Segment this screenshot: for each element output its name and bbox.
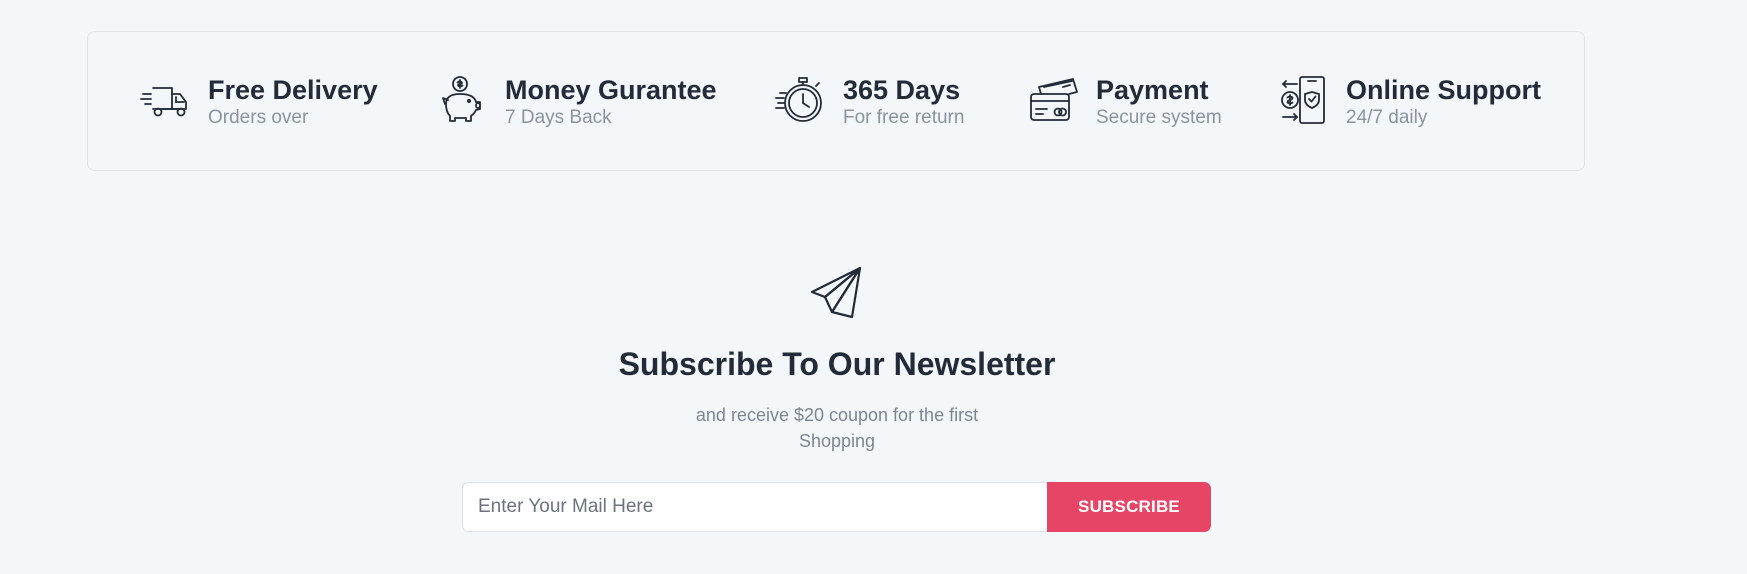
piggy-bank-icon: [435, 73, 489, 127]
feature-title: 365 Days: [843, 75, 961, 105]
feature-payment: Payment Secure system: [1026, 73, 1222, 130]
newsletter-title: Subscribe To Our Newsletter: [618, 346, 1056, 382]
feature-subtitle: Secure system: [1096, 107, 1222, 128]
subscribe-button[interactable]: SUBSCRIBE: [1047, 482, 1211, 532]
credit-card-icon: [1026, 73, 1080, 127]
paper-plane-icon: [810, 266, 862, 319]
features-bar: Free Delivery Orders over Money Gurantee…: [87, 31, 1585, 171]
newsletter-section: Subscribe To Our Newsletter and receive …: [0, 262, 1674, 454]
feature-subtitle: For free return: [843, 107, 965, 128]
feature-text: Money Gurantee 7 Days Back: [505, 73, 717, 130]
feature-money-guarantee: Money Gurantee 7 Days Back: [435, 73, 717, 130]
feature-subtitle: 24/7 daily: [1346, 107, 1428, 128]
feature-free-delivery: Free Delivery Orders over: [138, 73, 378, 130]
feature-text: Payment Secure system: [1096, 73, 1222, 130]
feature-title: Free Delivery: [208, 75, 378, 105]
feature-text: 365 Days For free return: [843, 73, 964, 130]
feature-subtitle: 7 Days Back: [505, 107, 612, 128]
email-input[interactable]: [462, 482, 1047, 532]
mobile-support-icon: [1276, 73, 1330, 127]
feature-title: Online Support: [1346, 75, 1541, 105]
newsletter-form: SUBSCRIBE: [462, 482, 1211, 532]
newsletter-description: and receive $20 coupon for the first Sho…: [695, 405, 979, 451]
feature-text: Online Support 24/7 daily: [1346, 73, 1541, 130]
feature-online-support: Online Support 24/7 daily: [1276, 73, 1541, 130]
feature-365-days: 365 Days For free return: [773, 73, 964, 130]
feature-text: Free Delivery Orders over: [208, 73, 378, 130]
feature-title: Money Gurantee: [505, 75, 717, 105]
stopwatch-icon: [773, 73, 827, 127]
delivery-truck-icon: [138, 73, 192, 127]
feature-subtitle: Orders over: [208, 107, 309, 128]
feature-title: Payment: [1096, 75, 1209, 105]
